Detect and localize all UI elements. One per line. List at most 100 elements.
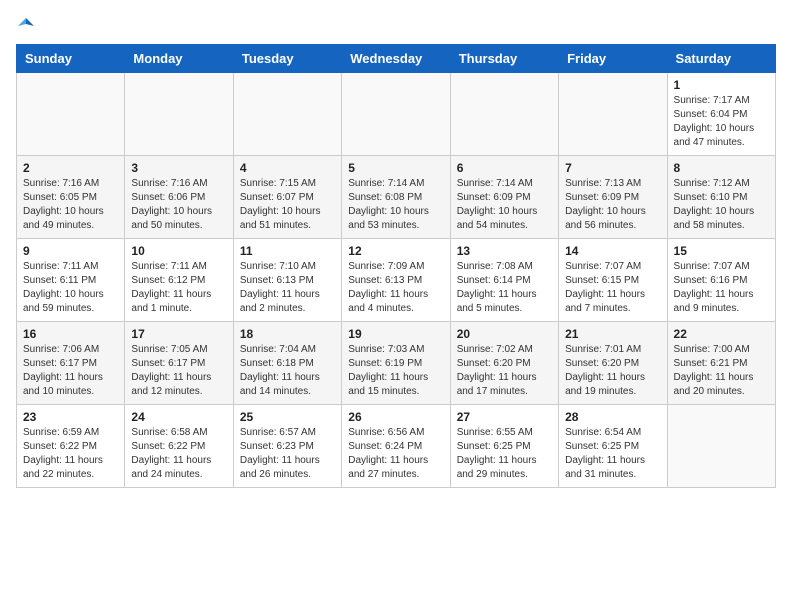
day-number: 13	[457, 244, 552, 258]
day-info: Sunrise: 6:57 AM Sunset: 6:23 PM Dayligh…	[240, 426, 335, 482]
day-number: 3	[131, 161, 226, 175]
day-info: Sunrise: 7:06 AM Sunset: 6:17 PM Dayligh…	[23, 343, 118, 399]
day-number: 4	[240, 161, 335, 175]
calendar-day-cell: 13 Sunrise: 7:08 AM Sunset: 6:14 PM Dayli…	[450, 239, 558, 322]
day-info: Sunrise: 7:17 AM Sunset: 6:04 PM Dayligh…	[674, 94, 769, 150]
calendar-day-cell: 2 Sunrise: 7:16 AM Sunset: 6:05 PM Daylig…	[17, 156, 125, 239]
calendar-day-cell: 19 Sunrise: 7:03 AM Sunset: 6:19 PM Dayli…	[342, 322, 450, 405]
calendar-day-cell: 12 Sunrise: 7:09 AM Sunset: 6:13 PM Dayli…	[342, 239, 450, 322]
weekday-header: Tuesday	[233, 45, 341, 73]
calendar-day-cell: 25 Sunrise: 6:57 AM Sunset: 6:23 PM Dayli…	[233, 405, 341, 488]
calendar-day-cell	[667, 405, 775, 488]
day-info: Sunrise: 7:14 AM Sunset: 6:09 PM Dayligh…	[457, 177, 552, 233]
calendar-day-cell: 26Sunrise: 6:56 AM Sunset: 6:24 PM Dayli…	[342, 405, 450, 488]
day-info: Sunrise: 7:11 AM Sunset: 6:11 PM Dayligh…	[23, 260, 118, 316]
calendar-day-cell	[450, 73, 558, 156]
day-info: Sunrise: 7:08 AM Sunset: 6:14 PM Dayligh…	[457, 260, 552, 316]
day-info: Sunrise: 7:12 AM Sunset: 6:10 PM Dayligh…	[674, 177, 769, 233]
day-info: Sunrise: 7:02 AM Sunset: 6:20 PM Dayligh…	[457, 343, 552, 399]
calendar-day-cell: 20 Sunrise: 7:02 AM Sunset: 6:20 PM Dayli…	[450, 322, 558, 405]
day-number: 20	[457, 327, 552, 341]
day-number: 24	[131, 410, 226, 424]
calendar-day-cell: 5 Sunrise: 7:14 AM Sunset: 6:08 PM Daylig…	[342, 156, 450, 239]
day-number: 15	[674, 244, 769, 258]
day-number: 23	[23, 410, 118, 424]
day-number: 19	[348, 327, 443, 341]
day-number: 9	[23, 244, 118, 258]
day-info: Sunrise: 7:14 AM Sunset: 6:08 PM Dayligh…	[348, 177, 443, 233]
calendar-day-cell	[342, 73, 450, 156]
calendar-day-cell: 28Sunrise: 6:54 AM Sunset: 6:25 PM Dayli…	[559, 405, 667, 488]
calendar-day-cell: 1Sunrise: 7:17 AM Sunset: 6:04 PM Daylig…	[667, 73, 775, 156]
day-info: Sunrise: 7:03 AM Sunset: 6:19 PM Dayligh…	[348, 343, 443, 399]
day-number: 22	[674, 327, 769, 341]
day-number: 8	[674, 161, 769, 175]
calendar-header-row: SundayMondayTuesdayWednesdayThursdayFrid…	[17, 45, 776, 73]
day-number: 17	[131, 327, 226, 341]
day-number: 12	[348, 244, 443, 258]
day-info: Sunrise: 6:59 AM Sunset: 6:22 PM Dayligh…	[23, 426, 118, 482]
day-number: 25	[240, 410, 335, 424]
day-number: 21	[565, 327, 660, 341]
day-number: 11	[240, 244, 335, 258]
day-number: 6	[457, 161, 552, 175]
calendar-day-cell: 16Sunrise: 7:06 AM Sunset: 6:17 PM Dayli…	[17, 322, 125, 405]
logo	[16, 16, 34, 32]
day-info: Sunrise: 7:16 AM Sunset: 6:05 PM Dayligh…	[23, 177, 118, 233]
calendar-day-cell: 7 Sunrise: 7:13 AM Sunset: 6:09 PM Daylig…	[559, 156, 667, 239]
calendar-day-cell: 24 Sunrise: 6:58 AM Sunset: 6:22 PM Dayli…	[125, 405, 233, 488]
calendar-day-cell: 4 Sunrise: 7:15 AM Sunset: 6:07 PM Daylig…	[233, 156, 341, 239]
day-info: Sunrise: 6:58 AM Sunset: 6:22 PM Dayligh…	[131, 426, 226, 482]
calendar-week-row: 2 Sunrise: 7:16 AM Sunset: 6:05 PM Daylig…	[17, 156, 776, 239]
day-number: 2	[23, 161, 118, 175]
day-number: 5	[348, 161, 443, 175]
day-info: Sunrise: 7:15 AM Sunset: 6:07 PM Dayligh…	[240, 177, 335, 233]
page-header	[16, 16, 776, 32]
calendar-day-cell	[559, 73, 667, 156]
calendar-week-row: 1Sunrise: 7:17 AM Sunset: 6:04 PM Daylig…	[17, 73, 776, 156]
calendar-table: SundayMondayTuesdayWednesdayThursdayFrid…	[16, 44, 776, 488]
calendar-day-cell: 27Sunrise: 6:55 AM Sunset: 6:25 PM Dayli…	[450, 405, 558, 488]
day-info: Sunrise: 6:54 AM Sunset: 6:25 PM Dayligh…	[565, 426, 660, 482]
calendar-day-cell: 6 Sunrise: 7:14 AM Sunset: 6:09 PM Daylig…	[450, 156, 558, 239]
day-number: 14	[565, 244, 660, 258]
calendar-day-cell: 3Sunrise: 7:16 AM Sunset: 6:06 PM Daylig…	[125, 156, 233, 239]
day-info: Sunrise: 7:01 AM Sunset: 6:20 PM Dayligh…	[565, 343, 660, 399]
day-info: Sunrise: 7:07 AM Sunset: 6:16 PM Dayligh…	[674, 260, 769, 316]
calendar-day-cell: 18 Sunrise: 7:04 AM Sunset: 6:18 PM Dayli…	[233, 322, 341, 405]
weekday-header: Saturday	[667, 45, 775, 73]
day-number: 7	[565, 161, 660, 175]
day-info: Sunrise: 7:09 AM Sunset: 6:13 PM Dayligh…	[348, 260, 443, 316]
weekday-header: Sunday	[17, 45, 125, 73]
calendar-day-cell: 22Sunrise: 7:00 AM Sunset: 6:21 PM Dayli…	[667, 322, 775, 405]
calendar-day-cell: 21 Sunrise: 7:01 AM Sunset: 6:20 PM Dayli…	[559, 322, 667, 405]
weekday-header: Thursday	[450, 45, 558, 73]
day-info: Sunrise: 7:04 AM Sunset: 6:18 PM Dayligh…	[240, 343, 335, 399]
day-info: Sunrise: 7:07 AM Sunset: 6:15 PM Dayligh…	[565, 260, 660, 316]
day-number: 18	[240, 327, 335, 341]
calendar-day-cell: 15 Sunrise: 7:07 AM Sunset: 6:16 PM Dayli…	[667, 239, 775, 322]
day-info: Sunrise: 6:55 AM Sunset: 6:25 PM Dayligh…	[457, 426, 552, 482]
logo-bird-icon	[18, 16, 34, 32]
calendar-day-cell: 10 Sunrise: 7:11 AM Sunset: 6:12 PM Dayli…	[125, 239, 233, 322]
day-info: Sunrise: 7:11 AM Sunset: 6:12 PM Dayligh…	[131, 260, 226, 316]
weekday-header: Monday	[125, 45, 233, 73]
calendar-day-cell: 8 Sunrise: 7:12 AM Sunset: 6:10 PM Daylig…	[667, 156, 775, 239]
calendar-day-cell: 9 Sunrise: 7:11 AM Sunset: 6:11 PM Daylig…	[17, 239, 125, 322]
calendar-day-cell: 11 Sunrise: 7:10 AM Sunset: 6:13 PM Dayli…	[233, 239, 341, 322]
day-number: 10	[131, 244, 226, 258]
weekday-header: Friday	[559, 45, 667, 73]
calendar-week-row: 16Sunrise: 7:06 AM Sunset: 6:17 PM Dayli…	[17, 322, 776, 405]
calendar-day-cell	[17, 73, 125, 156]
calendar-day-cell: 17 Sunrise: 7:05 AM Sunset: 6:17 PM Dayli…	[125, 322, 233, 405]
day-info: Sunrise: 7:13 AM Sunset: 6:09 PM Dayligh…	[565, 177, 660, 233]
day-info: Sunrise: 7:05 AM Sunset: 6:17 PM Dayligh…	[131, 343, 226, 399]
calendar-day-cell	[125, 73, 233, 156]
day-info: Sunrise: 7:10 AM Sunset: 6:13 PM Dayligh…	[240, 260, 335, 316]
day-info: Sunrise: 6:56 AM Sunset: 6:24 PM Dayligh…	[348, 426, 443, 482]
calendar-day-cell: 14 Sunrise: 7:07 AM Sunset: 6:15 PM Dayli…	[559, 239, 667, 322]
calendar-week-row: 9 Sunrise: 7:11 AM Sunset: 6:11 PM Daylig…	[17, 239, 776, 322]
calendar-day-cell	[233, 73, 341, 156]
calendar-day-cell: 23 Sunrise: 6:59 AM Sunset: 6:22 PM Dayli…	[17, 405, 125, 488]
weekday-header: Wednesday	[342, 45, 450, 73]
